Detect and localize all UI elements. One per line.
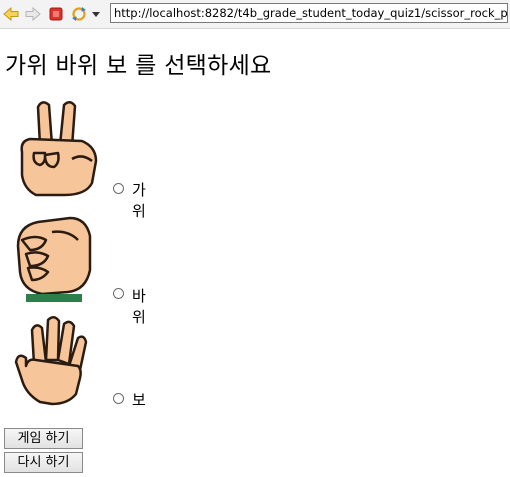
refresh-icon[interactable] [70, 5, 88, 23]
browser-toolbar: http://localhost:8282/t4b_grade_student_… [0, 0, 510, 29]
paper-radio[interactable] [113, 393, 124, 404]
address-bar[interactable]: http://localhost:8282/t4b_grade_student_… [110, 3, 508, 23]
forward-arrow-icon[interactable] [24, 5, 42, 23]
stop-icon[interactable] [47, 5, 65, 23]
option-label-scissors: 가위 [132, 181, 146, 220]
rock-fist-icon [12, 210, 97, 306]
play-game-button[interactable]: 게임 하기 [4, 428, 83, 449]
page-title: 가위 바위 보 를 선택하세요 [5, 53, 272, 79]
scissors-radio[interactable] [113, 183, 124, 194]
scissors-hand-icon [12, 97, 102, 201]
option-label-paper: 보 [132, 391, 146, 409]
option-label-rock: 바위 [132, 287, 146, 326]
rock-radio[interactable] [113, 288, 124, 299]
paper-hand-icon [12, 314, 102, 410]
play-again-button[interactable]: 다시 하기 [4, 452, 83, 473]
back-arrow-icon[interactable] [2, 5, 20, 23]
dropdown-icon[interactable] [91, 9, 101, 19]
